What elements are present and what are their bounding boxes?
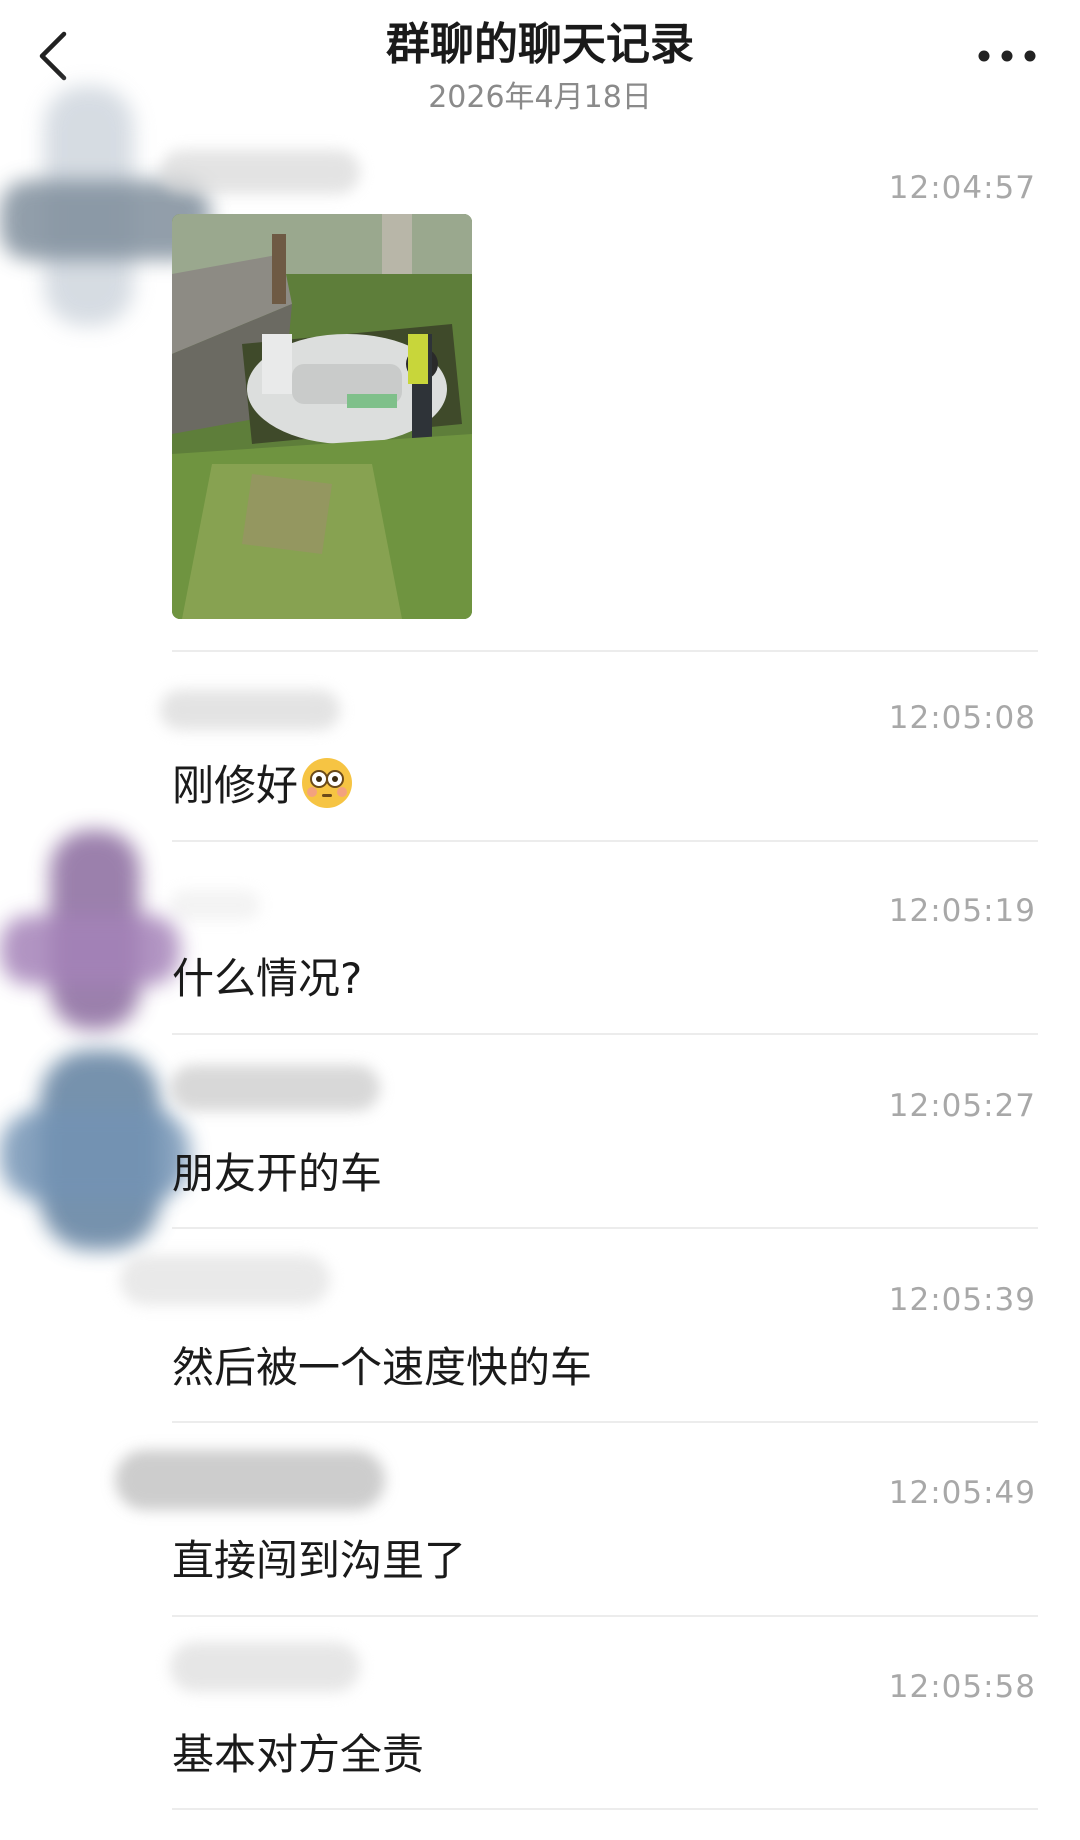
sender-name	[160, 690, 340, 730]
message-time: 12:05:49	[888, 1475, 1036, 1511]
message-text: 什么情况?	[172, 954, 363, 1003]
avatar	[0, 1110, 190, 1200]
message-photo[interactable]	[172, 214, 472, 619]
message-time: 12:05:58	[888, 1669, 1036, 1705]
sender-name	[120, 1255, 330, 1305]
accident-photo-image	[172, 214, 472, 619]
message-time: 12:05:27	[888, 1088, 1036, 1124]
message-time: 12:05:08	[888, 700, 1036, 736]
message-time: 12:05:39	[888, 1282, 1036, 1318]
message-text: 直接闯到沟里了	[172, 1536, 467, 1585]
divider	[172, 650, 1038, 652]
page-title: 群聊的聊天记录	[386, 19, 694, 70]
divider	[172, 1227, 1038, 1229]
flushed-face-emoji-icon	[302, 758, 353, 808]
message-text-content: 刚修好	[172, 761, 299, 810]
more-button[interactable]	[972, 36, 1042, 76]
sender-name	[160, 150, 360, 194]
sender-name	[170, 1065, 380, 1111]
message-text: 然后被一个速度快的车	[172, 1343, 593, 1392]
message-text: 基本对方全责	[172, 1730, 425, 1779]
header: 群聊的聊天记录 2026年4月18日	[0, 0, 1080, 120]
divider	[172, 1033, 1038, 1035]
divider	[172, 1615, 1038, 1617]
message-text: 朋友开的车	[172, 1149, 383, 1198]
sender-name	[170, 890, 260, 920]
avatar	[0, 915, 180, 985]
divider	[172, 840, 1038, 842]
sender-name	[115, 1450, 385, 1510]
sender-name	[170, 1642, 360, 1692]
divider	[172, 1421, 1038, 1423]
message-time: 12:05:19	[888, 893, 1036, 929]
page-date: 2026年4月18日	[428, 80, 652, 115]
more-dots-icon	[978, 50, 1036, 62]
message-text: 刚修好	[172, 752, 354, 813]
divider	[172, 1808, 1038, 1810]
message-time: 12:04:57	[888, 170, 1036, 206]
